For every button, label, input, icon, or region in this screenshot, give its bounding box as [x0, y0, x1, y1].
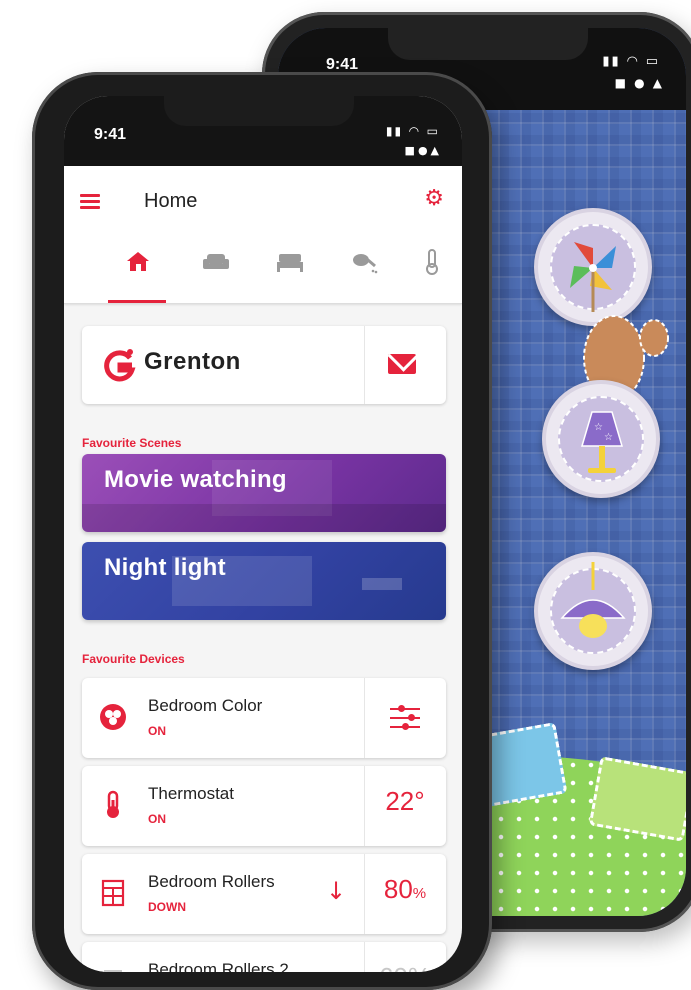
sliders-icon[interactable]	[390, 702, 420, 732]
rgb-light-icon	[100, 704, 126, 730]
favourite-devices-title: Favourite Devices	[82, 652, 185, 666]
thermometer-icon	[107, 790, 119, 818]
scene-label: Movie watching	[104, 466, 287, 493]
grenton-logo-icon	[104, 349, 136, 382]
home-screen: 9:41 ▮▮ ◠ ▭ ■●▲ Home ⚙ Grenton Favourite…	[64, 96, 462, 972]
value-unit: %	[412, 885, 427, 902]
system-icons: ■ ● ▲	[614, 76, 664, 90]
home-icon	[127, 252, 149, 271]
page-title: Home	[144, 190, 198, 212]
device-value[interactable]: 22°	[364, 786, 446, 817]
device-name: Bedroom Rollers 2	[148, 960, 289, 972]
hamburger-menu-icon[interactable]	[80, 194, 100, 210]
device-state: DOWN	[148, 900, 186, 914]
system-icons: ■●▲	[404, 144, 442, 157]
device-state: ON	[148, 812, 166, 826]
divider	[364, 326, 365, 404]
favourite-scenes-title: Favourite Scenes	[82, 436, 182, 450]
status-bar: 9:41 ▮▮ ◠ ▭ ■●▲	[64, 96, 462, 166]
tab-bedroom[interactable]	[260, 244, 320, 284]
lamp-button[interactable]: ☆ ☆	[542, 380, 660, 498]
device-name: Bedroom Rollers	[148, 872, 275, 891]
device-name: Bedroom Color	[148, 696, 263, 715]
app-bar: Home ⚙	[64, 166, 462, 304]
device-thermostat[interactable]: Thermostat ON 22°	[82, 766, 446, 846]
mail-icon[interactable]	[388, 354, 416, 374]
notch	[388, 28, 588, 60]
lamp-icon: ☆ ☆	[580, 411, 624, 473]
device-bedroom-rollers-2[interactable]: Bedroom Rollers 2 60%	[82, 942, 446, 972]
window-blind-icon	[101, 879, 125, 907]
divider	[364, 678, 365, 758]
notch	[164, 96, 354, 126]
tab-garden[interactable]	[334, 244, 394, 284]
ceiling-lamp-icon	[560, 562, 626, 638]
room-tabs	[64, 244, 462, 284]
device-state: ON	[148, 724, 166, 738]
device-value[interactable]: 80%	[364, 874, 446, 905]
thermometer-icon	[426, 249, 438, 275]
tab-climate[interactable]	[402, 244, 462, 284]
tabs-divider	[64, 303, 462, 304]
svg-text:☆: ☆	[594, 422, 603, 433]
scene-movie-watching[interactable]: Movie watching	[82, 454, 446, 532]
armchair-icon	[203, 254, 229, 269]
status-time: 9:41	[94, 126, 127, 143]
device-bedroom-rollers[interactable]: Bedroom Rollers DOWN ↓ 80%	[82, 854, 446, 934]
brand-card: Grenton	[82, 326, 446, 404]
gear-icon[interactable]: ⚙	[424, 188, 444, 210]
signal-wifi-battery-icons: ▮▮ ◠ ▭	[385, 124, 440, 138]
scene-label: Night light	[104, 554, 226, 581]
watering-can-icon	[353, 254, 378, 274]
window-blind-icon	[104, 970, 122, 972]
brand-name: Grenton	[144, 348, 241, 375]
front-phone: 9:41 ▮▮ ◠ ▭ ■●▲ Home ⚙ Grenton Favourite…	[32, 72, 492, 990]
svg-text:☆: ☆	[604, 432, 613, 443]
arrow-down-icon[interactable]: ↓	[326, 876, 346, 906]
device-bedroom-color[interactable]: Bedroom Color ON	[82, 678, 446, 758]
scene-night-light[interactable]: Night light	[82, 542, 446, 620]
tab-home[interactable]	[108, 244, 168, 284]
tab-living-room[interactable]	[186, 244, 246, 284]
ceiling-lamp-button[interactable]	[534, 552, 652, 670]
signal-wifi-battery-icons: ▮▮ ◠ ▭	[602, 54, 660, 69]
bed-icon	[277, 254, 303, 272]
device-name: Thermostat	[148, 784, 234, 803]
device-value[interactable]: 60%	[364, 962, 446, 972]
